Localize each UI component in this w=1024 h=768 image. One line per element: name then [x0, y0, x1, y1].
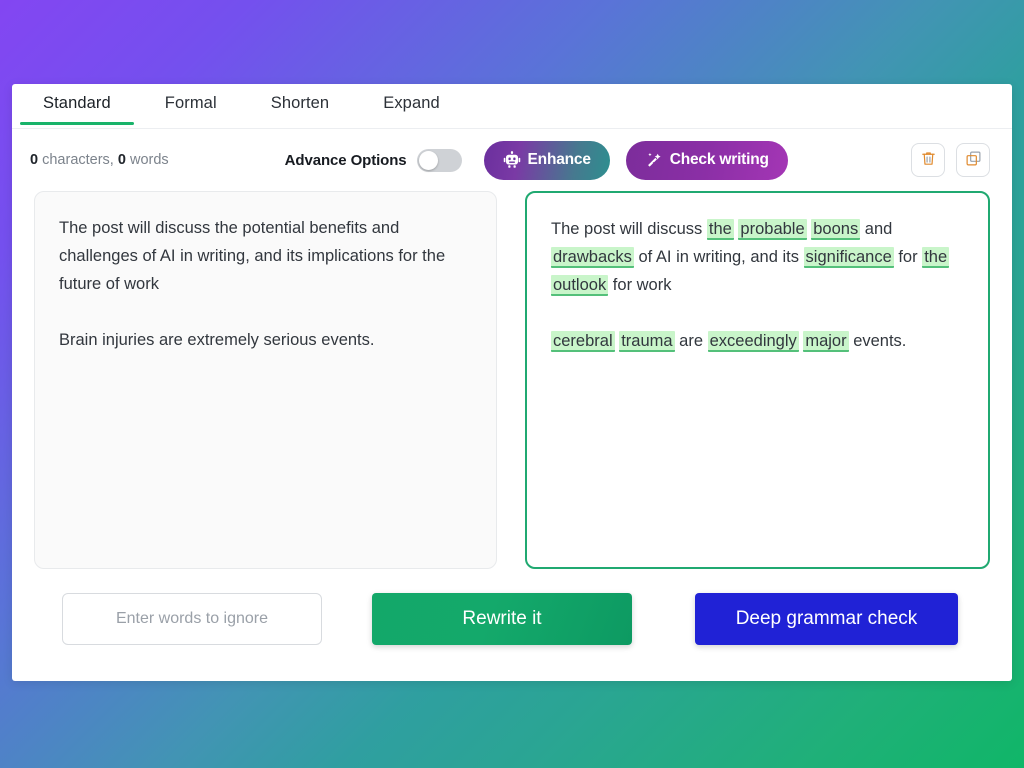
result-text-area[interactable]: The post will discuss the probable boons… [525, 191, 990, 569]
trash-icon [920, 150, 937, 170]
magic-wand-icon [645, 151, 663, 169]
ignore-words-input[interactable] [62, 593, 322, 645]
result-paragraph: The post will discuss the probable boons… [551, 219, 950, 296]
suggestion-highlight[interactable]: cerebral [551, 331, 615, 352]
check-writing-button[interactable]: Check writing [625, 140, 788, 180]
rewrite-button[interactable]: Rewrite it [372, 593, 632, 645]
suggestion-highlight[interactable]: significance [803, 247, 894, 268]
editor-panes: The post will discuss the potential bene… [12, 191, 1012, 569]
tab-shorten[interactable]: Shorten [244, 84, 357, 125]
suggestion-highlight[interactable]: the [706, 219, 734, 240]
suggestion-highlight[interactable]: probable [738, 219, 807, 240]
delete-button[interactable] [911, 143, 945, 177]
robot-icon [503, 151, 521, 169]
suggestion-highlight[interactable]: drawbacks [551, 247, 634, 268]
advance-options-group: Advance Options [284, 148, 462, 172]
deep-grammar-check-button[interactable]: Deep grammar check [695, 593, 958, 645]
suggestion-highlight[interactable]: trauma [619, 331, 675, 352]
source-text-area[interactable]: The post will discuss the potential bene… [34, 191, 497, 569]
suggestion-highlight[interactable]: major [803, 331, 849, 352]
word-count-value: 0 [117, 152, 126, 168]
suggestion-highlight[interactable]: the [922, 247, 950, 268]
mode-tab-bar: Standard Formal Shorten Expand [12, 84, 1012, 129]
check-writing-button-label: Check writing [669, 151, 769, 168]
enhance-button[interactable]: Enhance [483, 140, 610, 180]
advance-options-toggle[interactable] [416, 148, 462, 172]
tab-standard[interactable]: Standard [16, 84, 138, 125]
suggestion-highlight[interactable]: exceedingly [707, 331, 799, 352]
editor-toolbar: 0 characters, 0 words Advance Options En… [12, 129, 1012, 191]
tab-expand[interactable]: Expand [356, 84, 467, 125]
advance-options-label: Advance Options [284, 151, 407, 169]
source-paragraph: The post will discuss the potential bene… [59, 219, 446, 293]
app-card: Standard Formal Shorten Expand 0 charact… [12, 84, 1012, 681]
character-count-label: characters, [42, 152, 114, 168]
copy-button[interactable] [956, 143, 990, 177]
suggestion-highlight[interactable]: outlook [551, 275, 609, 296]
result-paragraph: cerebral trauma are exceedingly major ev… [551, 331, 907, 352]
source-paragraph: Brain injuries are extremely serious eve… [59, 331, 375, 349]
word-count-label: words [129, 152, 169, 168]
character-word-count: 0 characters, 0 words [30, 152, 169, 168]
enhance-button-label: Enhance [527, 151, 591, 168]
copy-icon [965, 150, 982, 170]
tab-formal[interactable]: Formal [138, 84, 244, 125]
toggle-knob [418, 150, 438, 170]
character-count-value: 0 [30, 152, 39, 168]
suggestion-highlight[interactable]: boons [811, 219, 861, 240]
footer-actions: Rewrite it Deep grammar check [12, 569, 1012, 645]
editor-action-icons [911, 143, 990, 177]
